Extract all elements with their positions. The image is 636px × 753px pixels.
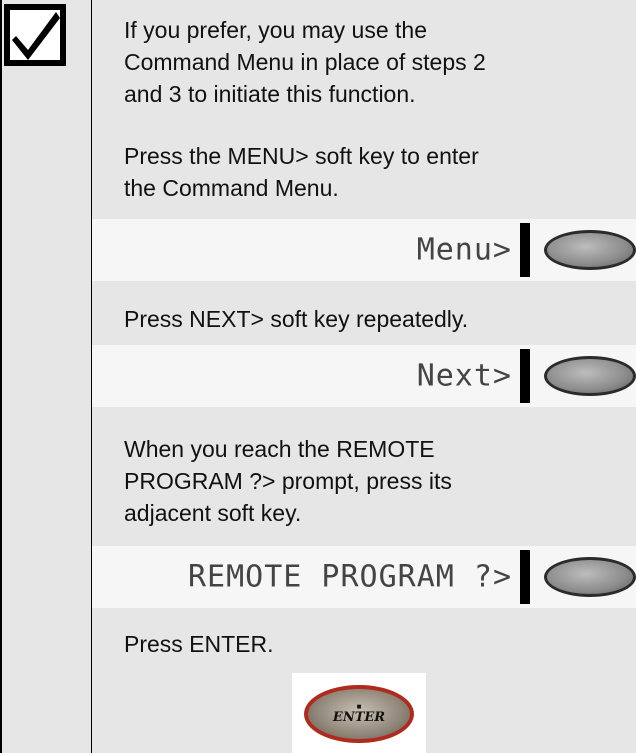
checkbox-checked-icon (4, 4, 66, 66)
lcd-text-menu: Menu> (416, 232, 512, 268)
note-paragraph-intro: If you prefer, you may use the Command M… (124, 17, 486, 107)
note-paragraph-menu: Press the MENU> soft key to enter the Co… (124, 143, 479, 201)
lcd-display-remote-program: REMOTE PROGRAM ?> (92, 546, 636, 608)
soft-key-icon[interactable] (544, 356, 636, 396)
note-content: If you prefer, you may use the Command M… (92, 0, 636, 753)
lcd-display-menu: Menu> (92, 219, 636, 281)
lcd-divider-bar (520, 550, 530, 604)
soft-key-icon[interactable] (544, 230, 636, 270)
soft-key-icon[interactable] (544, 557, 636, 597)
lcd-divider-bar (520, 349, 530, 403)
left-border (0, 0, 2, 753)
enter-key-panel: ■ ENTER (292, 673, 426, 753)
note-paragraph-next: Press NEXT> soft key repeatedly. (124, 306, 469, 332)
lcd-display-next: Next> (92, 345, 636, 407)
lcd-text-next: Next> (416, 358, 512, 394)
note-paragraph-enter: Press ENTER. (124, 631, 274, 657)
lcd-text-remote-program: REMOTE PROGRAM ?> (187, 559, 512, 595)
note-paragraph-remote: When you reach the REMOTE PROGRAM ?> pro… (124, 436, 452, 526)
enter-key-icon[interactable]: ■ ENTER (304, 685, 414, 743)
enter-key-label: ENTER (332, 710, 386, 725)
note-icon-column (0, 0, 92, 753)
lcd-divider-bar (520, 223, 530, 277)
